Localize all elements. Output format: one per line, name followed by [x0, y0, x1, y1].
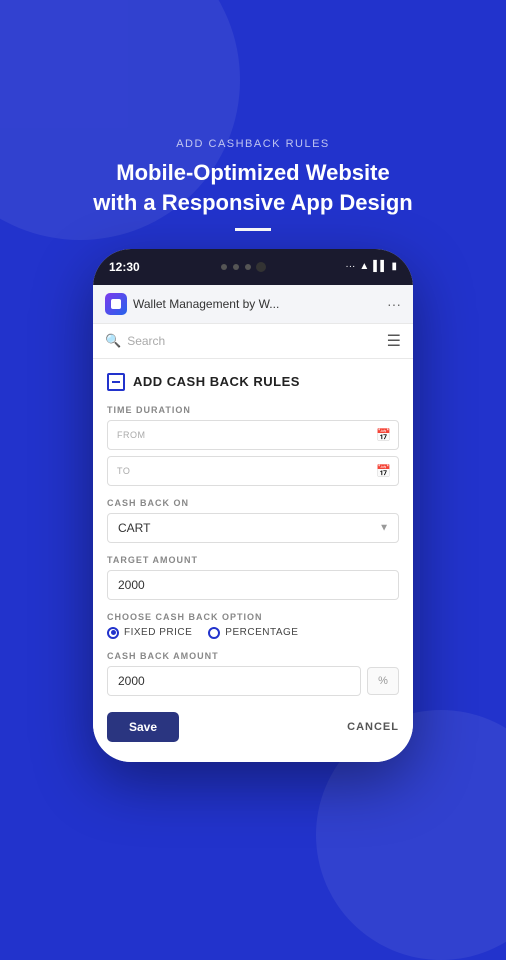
- status-time: 12:30: [109, 260, 140, 274]
- to-input[interactable]: [107, 456, 399, 486]
- button-row: Save CANCEL: [107, 712, 399, 742]
- from-calendar-icon[interactable]: 📅: [376, 428, 391, 442]
- cancel-button[interactable]: CANCEL: [347, 721, 399, 733]
- percent-symbol: %: [367, 667, 399, 695]
- front-camera: [256, 262, 266, 272]
- radio-percentage-circle: [208, 627, 220, 639]
- to-calendar-icon[interactable]: 📅: [376, 464, 391, 478]
- section-icon-bar: [112, 381, 120, 383]
- app-icon-inner: [111, 299, 121, 309]
- target-amount-label: TARGET AMOUNT: [107, 555, 399, 565]
- search-left: 🔍 Search: [105, 333, 165, 349]
- cash-back-on-section: CASH BACK ON CART PRODUCT CATEGORY ▼: [107, 498, 399, 543]
- from-input[interactable]: [107, 420, 399, 450]
- cash-back-on-select[interactable]: CART PRODUCT CATEGORY: [107, 513, 399, 543]
- page-title: Mobile-Optimized Website with a Responsi…: [93, 158, 413, 217]
- cash-back-amount-input[interactable]: [107, 666, 361, 696]
- header-divider: [235, 228, 271, 231]
- search-placeholder-text: Search: [127, 334, 165, 348]
- wifi-icon: ▲: [359, 261, 369, 272]
- choose-option-label: CHOOSE CASH BACK OPTION: [107, 612, 399, 622]
- app-title: Wallet Management by W...: [133, 297, 279, 311]
- search-bar: 🔍 Search ☰: [93, 324, 413, 359]
- phone-frame: 12:30 ··· ▲ ▌▌ ▮ Wallet Management by W.…: [93, 249, 413, 762]
- app-icon: [105, 293, 127, 315]
- notch-dot-1: [221, 264, 227, 270]
- radio-group: FIXED PRICE PERCENTAGE: [107, 627, 399, 639]
- amount-row: %: [107, 666, 399, 696]
- radio-fixed-label: FIXED PRICE: [124, 627, 192, 638]
- radio-percentage[interactable]: PERCENTAGE: [208, 627, 298, 639]
- status-bar: 12:30 ··· ▲ ▌▌ ▮: [93, 249, 413, 285]
- notch-dot-3: [245, 264, 251, 270]
- cash-back-option-section: CHOOSE CASH BACK OPTION FIXED PRICE PERC…: [107, 612, 399, 639]
- main-content: ADD CASH BACK RULES TIME DURATION FROM 📅…: [93, 359, 413, 762]
- app-bar: Wallet Management by W... ···: [93, 285, 413, 324]
- from-field-wrapper: FROM 📅: [107, 420, 399, 450]
- section-title: ADD CASH BACK RULES: [133, 374, 300, 389]
- radio-fixed-price[interactable]: FIXED PRICE: [107, 627, 192, 639]
- signal-icon: ▌▌: [373, 261, 387, 272]
- search-icon: 🔍: [105, 333, 121, 349]
- page-subtitle: ADD CASHBACK RULES: [93, 138, 413, 150]
- cash-back-amount-section: CASH BACK AMOUNT %: [107, 651, 399, 696]
- notch-area: [220, 262, 266, 272]
- app-bar-menu-button[interactable]: ···: [387, 296, 401, 312]
- section-header: ADD CASH BACK RULES: [107, 373, 399, 391]
- target-amount-input[interactable]: [107, 570, 399, 600]
- cash-back-on-label: CASH BACK ON: [107, 498, 399, 508]
- cash-back-on-wrapper: CART PRODUCT CATEGORY ▼: [107, 513, 399, 543]
- to-field-wrapper: TO 📅: [107, 456, 399, 486]
- radio-fixed-circle: [107, 627, 119, 639]
- page-header: ADD CASHBACK RULES Mobile-Optimized Webs…: [93, 138, 413, 230]
- time-duration-label: TIME DURATION: [107, 405, 399, 415]
- notch-dot-2: [233, 264, 239, 270]
- target-amount-section: TARGET AMOUNT: [107, 555, 399, 600]
- status-icons: ··· ▲ ▌▌ ▮: [345, 261, 397, 272]
- cash-back-amount-label: CASH BACK AMOUNT: [107, 651, 399, 661]
- app-bar-left: Wallet Management by W...: [105, 293, 279, 315]
- time-duration-section: TIME DURATION FROM 📅 TO 📅: [107, 405, 399, 486]
- hamburger-icon[interactable]: ☰: [387, 331, 401, 351]
- menu-dots: ···: [345, 261, 355, 272]
- section-icon: [107, 373, 125, 391]
- radio-percentage-label: PERCENTAGE: [225, 627, 298, 638]
- battery-icon: ▮: [391, 261, 397, 272]
- save-button[interactable]: Save: [107, 712, 179, 742]
